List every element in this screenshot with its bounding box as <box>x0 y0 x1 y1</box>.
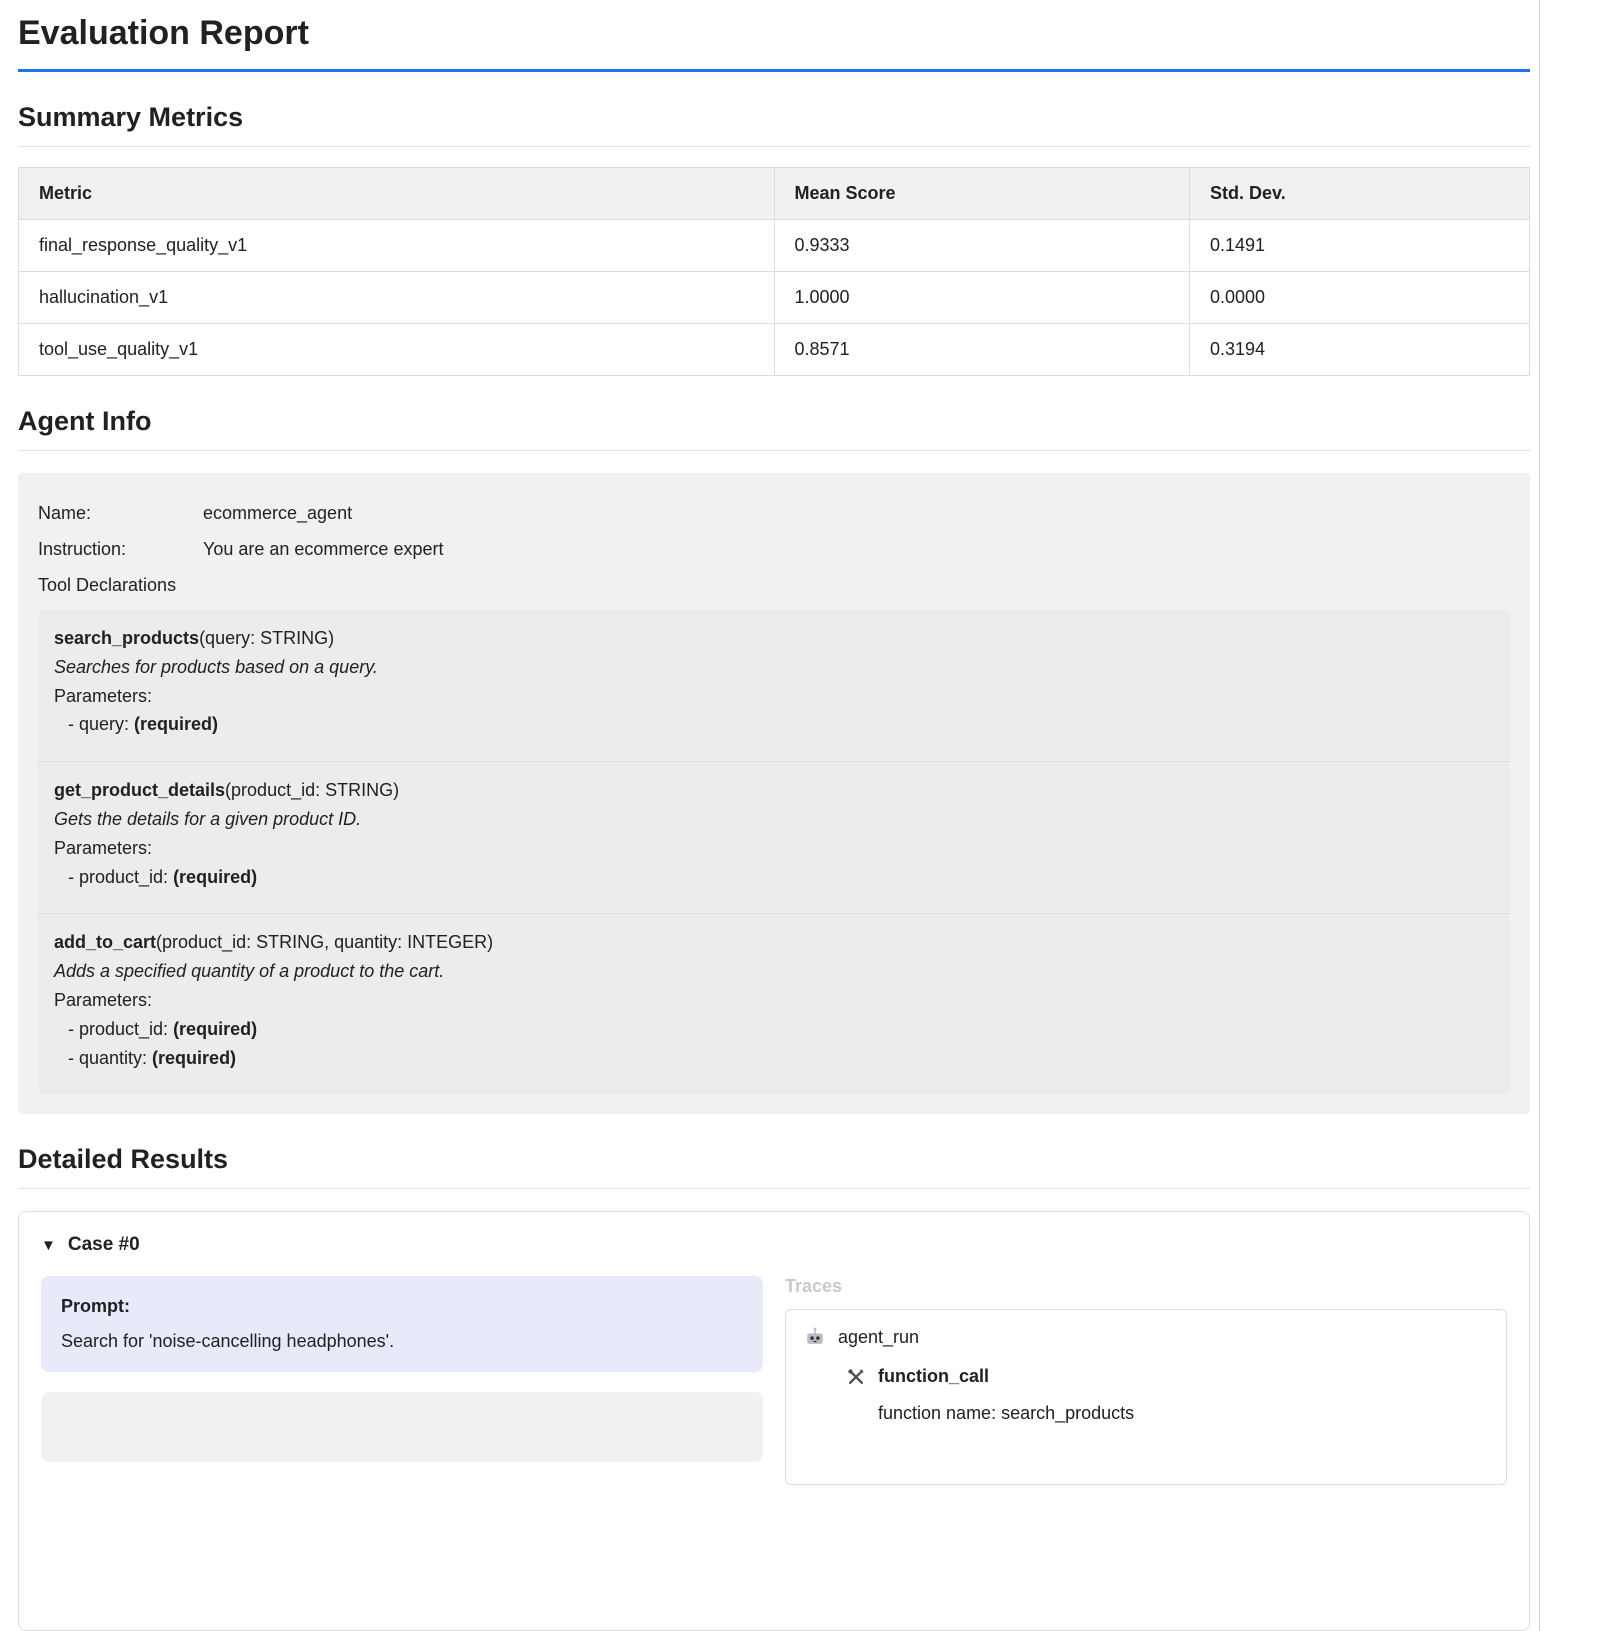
agent-name-row: Name: ecommerce_agent <box>38 503 1510 524</box>
table-row: tool_use_quality_v1 0.8571 0.3194 <box>19 324 1530 376</box>
tool-declarations-box: search_products(query: STRING) Searches … <box>38 610 1510 1094</box>
case-right-column: Traces <box>785 1276 1507 1485</box>
metric-std: 0.1491 <box>1190 220 1530 272</box>
agent-name-value: ecommerce_agent <box>203 503 352 524</box>
detailed-results-heading: Detailed Results <box>18 1144 1530 1189</box>
tool-name: add_to_cart <box>54 932 156 952</box>
param-required: (required) <box>173 867 257 887</box>
metric-mean: 0.8571 <box>774 324 1190 376</box>
case-left-column: Prompt: Search for 'noise-cancelling hea… <box>41 1276 763 1462</box>
tool-signature: add_to_cart(product_id: STRING, quantity… <box>54 928 1494 957</box>
metric-std: 0.3194 <box>1190 324 1530 376</box>
crossed-tools-icon <box>846 1367 866 1387</box>
trace-node-function-call[interactable]: function_call <box>846 1366 1488 1387</box>
tool-args: (product_id: STRING, quantity: INTEGER) <box>156 932 493 952</box>
title-accent-rule <box>18 69 1530 72</box>
page-title: Evaluation Report <box>18 14 1530 53</box>
trace-box: agent_run function_c <box>785 1309 1507 1485</box>
agent-name-label: Name: <box>38 503 203 524</box>
trace-function-name: function name: search_products <box>878 1403 1488 1424</box>
column-header-std-dev: Std. Dev. <box>1190 168 1530 220</box>
agent-instruction-label: Instruction: <box>38 539 203 560</box>
metric-std: 0.0000 <box>1190 272 1530 324</box>
tool-name: search_products <box>54 628 199 648</box>
prompt-text: Search for 'noise-cancelling headphones'… <box>61 1331 743 1352</box>
prompt-box: Prompt: Search for 'noise-cancelling hea… <box>41 1276 763 1372</box>
tool-signature: get_product_details(product_id: STRING) <box>54 776 1494 805</box>
agent-instruction-row: Instruction: You are an ecommerce expert <box>38 539 1510 560</box>
metric-mean: 1.0000 <box>774 272 1190 324</box>
param-text: - product_id: <box>68 867 173 887</box>
tool-declaration: search_products(query: STRING) Searches … <box>38 610 1510 762</box>
collapse-triangle-icon: ▼ <box>41 1237 56 1254</box>
trace-node-agent-run[interactable]: agent_run <box>804 1326 1488 1348</box>
tool-parameter: - product_id: (required) <box>54 863 1494 892</box>
tool-signature: search_products(query: STRING) <box>54 624 1494 653</box>
tool-args: (query: STRING) <box>199 628 334 648</box>
column-header-metric: Metric <box>19 168 775 220</box>
metric-name: hallucination_v1 <box>19 272 775 324</box>
tool-declarations-label: Tool Declarations <box>38 575 1510 596</box>
tool-description: Gets the details for a given product ID. <box>54 805 1494 834</box>
prompt-label: Prompt: <box>61 1296 743 1317</box>
case-title: Case #0 <box>68 1234 140 1256</box>
param-required: (required) <box>134 714 218 734</box>
trace-agent-run-label: agent_run <box>838 1327 919 1348</box>
tool-parameters-label: Parameters: <box>54 986 1494 1015</box>
param-text: - quantity: <box>68 1048 152 1068</box>
param-required: (required) <box>173 1019 257 1039</box>
tool-parameter: - quantity: (required) <box>54 1044 1494 1073</box>
tool-parameter: - product_id: (required) <box>54 1015 1494 1044</box>
tool-declaration: add_to_cart(product_id: STRING, quantity… <box>38 914 1510 1094</box>
param-text: - product_id: <box>68 1019 173 1039</box>
agent-info-heading: Agent Info <box>18 406 1530 451</box>
summary-metrics-table: Metric Mean Score Std. Dev. final_respon… <box>18 167 1530 376</box>
tool-description: Searches for products based on a query. <box>54 653 1494 682</box>
table-row: hallucination_v1 1.0000 0.0000 <box>19 272 1530 324</box>
agent-instruction-value: You are an ecommerce expert <box>203 539 443 560</box>
table-row: final_response_quality_v1 0.9333 0.1491 <box>19 220 1530 272</box>
next-section-box-cutoff <box>41 1392 763 1462</box>
case-collapse-header[interactable]: ▼ Case #0 <box>41 1234 1507 1256</box>
metric-name: tool_use_quality_v1 <box>19 324 775 376</box>
metric-name: final_response_quality_v1 <box>19 220 775 272</box>
trace-function-call-label: function_call <box>878 1366 989 1387</box>
summary-metrics-heading: Summary Metrics <box>18 102 1530 147</box>
metric-mean: 0.9333 <box>774 220 1190 272</box>
tool-parameters-label: Parameters: <box>54 682 1494 711</box>
column-header-mean-score: Mean Score <box>774 168 1190 220</box>
traces-label: Traces <box>785 1276 1507 1297</box>
tool-declaration: get_product_details(product_id: STRING) … <box>38 762 1510 914</box>
tool-description: Adds a specified quantity of a product t… <box>54 957 1494 986</box>
agent-info-box: Name: ecommerce_agent Instruction: You a… <box>18 473 1530 1114</box>
tool-parameter: - query: (required) <box>54 710 1494 739</box>
tool-parameters-label: Parameters: <box>54 834 1494 863</box>
report-page: Evaluation Report Summary Metrics Metric… <box>0 0 1540 1631</box>
tool-name: get_product_details <box>54 780 225 800</box>
case-card: ▼ Case #0 Prompt: Search for 'noise-canc… <box>18 1211 1530 1631</box>
tool-args: (product_id: STRING) <box>225 780 399 800</box>
table-header-row: Metric Mean Score Std. Dev. <box>19 168 1530 220</box>
param-text: - query: <box>68 714 134 734</box>
param-required: (required) <box>152 1048 236 1068</box>
robot-icon <box>804 1326 826 1348</box>
